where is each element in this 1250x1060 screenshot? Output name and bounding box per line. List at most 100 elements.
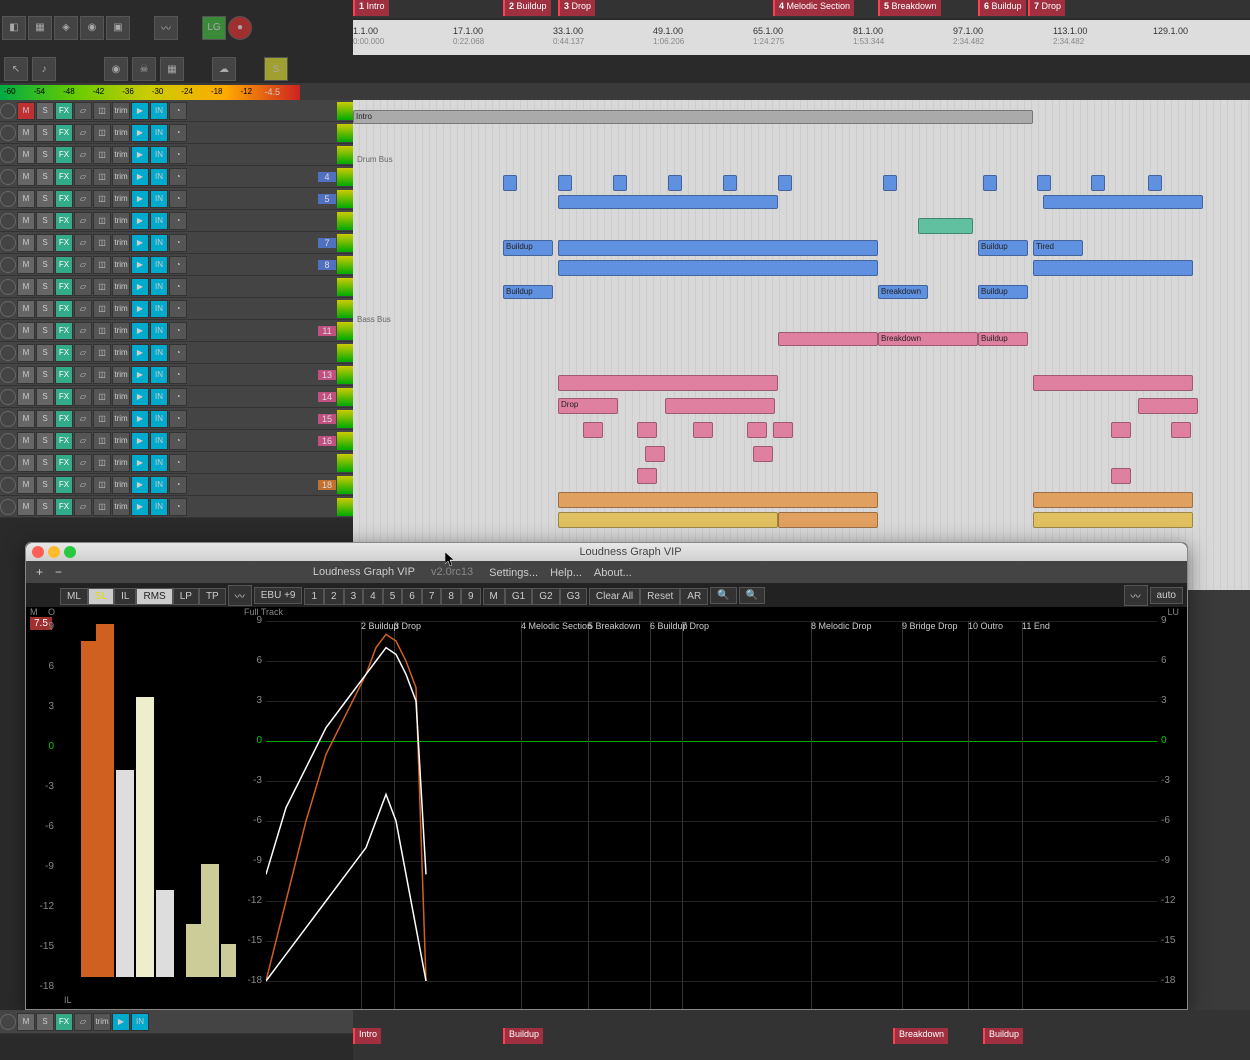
clip[interactable] bbox=[1138, 398, 1198, 414]
env-button[interactable]: ▱ bbox=[74, 366, 92, 384]
fx-button[interactable]: FX bbox=[55, 454, 73, 472]
out-button[interactable]: ◔ bbox=[169, 146, 187, 164]
trim-button[interactable]: trim bbox=[112, 124, 130, 142]
track-row[interactable]: M S FX ▱ ◫ trim ▶ IN ◔ 16 bbox=[0, 430, 353, 452]
monitor-button[interactable]: ▶ bbox=[131, 124, 149, 142]
clip[interactable] bbox=[1043, 195, 1203, 209]
mute-button[interactable]: M bbox=[17, 322, 35, 340]
solo-button[interactable]: S bbox=[36, 124, 54, 142]
monitor-button[interactable]: ▶ bbox=[131, 344, 149, 362]
tool-btn-4[interactable]: ◉ bbox=[80, 16, 104, 40]
auto-button[interactable]: auto bbox=[1150, 587, 1183, 604]
clip[interactable] bbox=[1171, 422, 1191, 438]
clip[interactable] bbox=[1111, 468, 1131, 484]
track-knob[interactable] bbox=[0, 323, 16, 339]
zoom-out-icon[interactable]: 🔍 bbox=[710, 587, 736, 604]
mode-sl[interactable]: SL bbox=[88, 588, 114, 605]
clip[interactable]: Breakdown bbox=[878, 332, 978, 346]
mode-lp[interactable]: LP bbox=[173, 588, 199, 605]
trim-button[interactable]: trim bbox=[112, 432, 130, 450]
minimize-icon[interactable] bbox=[48, 546, 60, 558]
track-knob[interactable] bbox=[0, 279, 16, 295]
fx-button[interactable]: FX bbox=[55, 410, 73, 428]
action-ar[interactable]: AR bbox=[680, 588, 708, 605]
fx-button[interactable]: FX bbox=[55, 322, 73, 340]
clip[interactable]: Breakdown bbox=[878, 285, 928, 299]
clip[interactable] bbox=[1148, 175, 1162, 191]
out-button[interactable]: ◔ bbox=[169, 476, 187, 494]
solo-button[interactable]: S bbox=[36, 300, 54, 318]
wave-toggle[interactable]: 〰 bbox=[228, 585, 252, 606]
out-button[interactable]: ◔ bbox=[169, 322, 187, 340]
monitor-button[interactable]: ▶ bbox=[131, 190, 149, 208]
add-button[interactable]: + bbox=[32, 565, 47, 579]
in-button[interactable]: IN bbox=[150, 366, 168, 384]
fx-button[interactable]: FX bbox=[55, 476, 73, 494]
clip[interactable] bbox=[753, 446, 773, 462]
solo-button[interactable]: S bbox=[36, 432, 54, 450]
out-button[interactable]: ◔ bbox=[169, 366, 187, 384]
arrangement-markers[interactable]: 1 Intro2 Buildup3 Drop4 Melodic Section5… bbox=[353, 0, 1250, 18]
mute-button[interactable]: M bbox=[17, 168, 35, 186]
out-button[interactable]: ◔ bbox=[169, 256, 187, 274]
fx-button[interactable]: FX bbox=[55, 168, 73, 186]
track-knob[interactable] bbox=[0, 169, 16, 185]
in-button[interactable]: IN bbox=[150, 168, 168, 186]
in-button[interactable]: IN bbox=[150, 344, 168, 362]
monitor-button[interactable]: ▶ bbox=[131, 476, 149, 494]
mute-button[interactable]: M bbox=[17, 190, 35, 208]
mute-button[interactable]: M bbox=[17, 124, 35, 142]
graph-mode-icon[interactable]: 〰 bbox=[1124, 585, 1148, 606]
overview-marker[interactable]: Breakdown bbox=[893, 1028, 948, 1044]
env-button[interactable]: ▱ bbox=[74, 256, 92, 274]
menu-settings[interactable]: Settings... bbox=[483, 565, 544, 581]
clip[interactable]: Intro bbox=[353, 110, 1033, 124]
env-button[interactable]: ▱ bbox=[74, 212, 92, 230]
overview-lane[interactable]: IntroBuildupBreakdownBuildup bbox=[353, 1010, 1250, 1060]
solo-button[interactable]: S bbox=[36, 454, 54, 472]
out-button[interactable]: ◔ bbox=[169, 124, 187, 142]
env-button[interactable]: ▱ bbox=[74, 102, 92, 120]
track-row[interactable]: M S FX ▱ ◫ trim ▶ IN ◔ bbox=[0, 276, 353, 298]
clip[interactable] bbox=[1111, 422, 1131, 438]
clip[interactable] bbox=[778, 512, 878, 528]
solo-button[interactable]: S bbox=[36, 278, 54, 296]
solo-button[interactable]: S bbox=[36, 146, 54, 164]
clip[interactable] bbox=[747, 422, 767, 438]
clip[interactable] bbox=[613, 175, 627, 191]
skull-icon[interactable]: ☠ bbox=[132, 57, 156, 81]
tool-btn-5[interactable]: ▣ bbox=[106, 16, 130, 40]
clip[interactable] bbox=[558, 175, 572, 191]
group-g1[interactable]: G1 bbox=[505, 588, 532, 605]
group-g2[interactable]: G2 bbox=[532, 588, 559, 605]
clip[interactable] bbox=[558, 375, 778, 391]
in-button[interactable]: IN bbox=[150, 498, 168, 516]
monitor-button[interactable]: ▶ bbox=[131, 410, 149, 428]
track-knob[interactable] bbox=[0, 345, 16, 361]
clip[interactable] bbox=[637, 422, 657, 438]
track-knob[interactable] bbox=[0, 433, 16, 449]
track-knob[interactable] bbox=[0, 103, 16, 119]
in-button[interactable]: IN bbox=[150, 476, 168, 494]
solo-button[interactable]: S bbox=[36, 322, 54, 340]
track-row[interactable]: M S FX ▱ ◫ trim ▶ IN ◔ bbox=[0, 342, 353, 364]
route-button[interactable]: ◫ bbox=[93, 454, 111, 472]
out-button[interactable]: ◔ bbox=[169, 102, 187, 120]
solo-button[interactable]: S bbox=[36, 190, 54, 208]
track-knob[interactable] bbox=[0, 411, 16, 427]
env-button[interactable]: ▱ bbox=[74, 1013, 92, 1031]
in-button[interactable]: IN bbox=[150, 322, 168, 340]
mute-button[interactable]: M bbox=[17, 366, 35, 384]
fx-button[interactable]: FX bbox=[55, 124, 73, 142]
marker-3[interactable]: 3 Drop bbox=[558, 0, 595, 16]
solo-button[interactable]: S bbox=[36, 388, 54, 406]
tool-btn-2[interactable]: ▦ bbox=[28, 16, 52, 40]
monitor-button[interactable]: ▶ bbox=[131, 146, 149, 164]
monitor-button[interactable]: ▶ bbox=[131, 168, 149, 186]
preset-9[interactable]: 9 bbox=[461, 588, 481, 605]
menu-help[interactable]: Help... bbox=[544, 565, 588, 581]
solo-button[interactable]: S bbox=[36, 1013, 54, 1031]
track-knob[interactable] bbox=[0, 235, 16, 251]
clip[interactable] bbox=[1033, 512, 1193, 528]
in-button[interactable]: IN bbox=[150, 300, 168, 318]
